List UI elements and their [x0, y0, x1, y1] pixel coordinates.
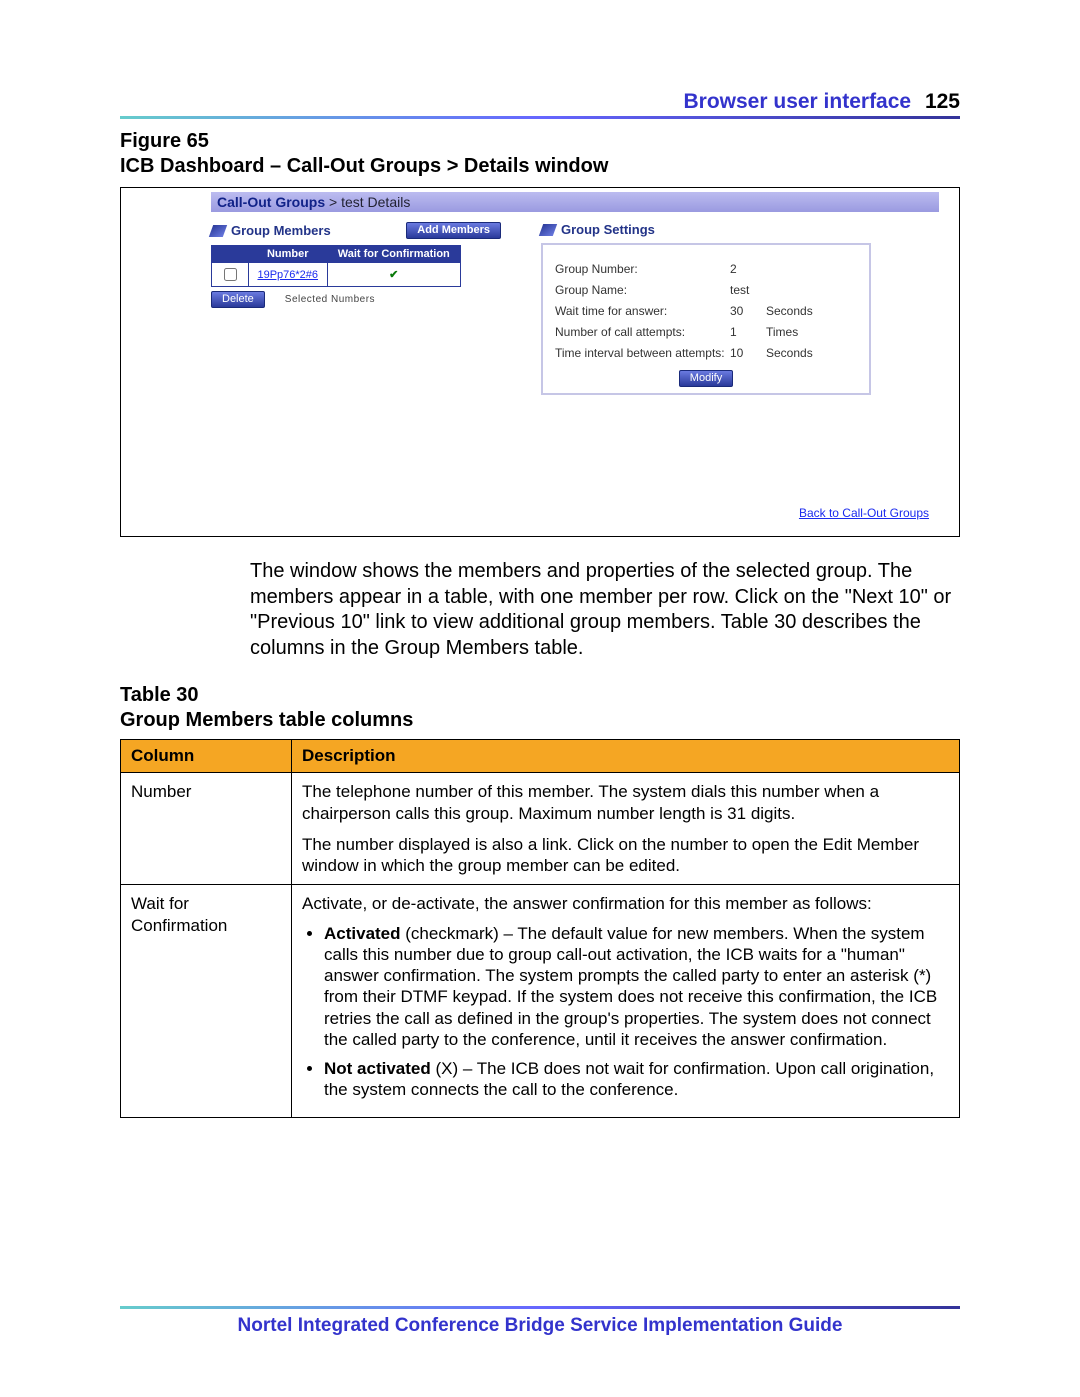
setting-wait-time: Wait time for answer: 30 Seconds	[555, 304, 857, 318]
desc-bullet-list: Activated (checkmark) – The default valu…	[302, 923, 949, 1101]
running-header: Browser user interface 125	[120, 90, 960, 114]
breadcrumb-root: Call-Out Groups	[217, 194, 325, 210]
figure-number: Figure 65	[120, 130, 209, 152]
table-number: Table 30	[120, 684, 199, 706]
table-header-row: Column Description	[121, 740, 960, 773]
modify-button[interactable]: Modify	[679, 370, 733, 387]
settings-box: Group Number: 2 Group Name: test Wait ti…	[541, 243, 871, 395]
group-settings-panel: Group Settings Group Number: 2 Group Nam…	[541, 222, 871, 395]
group-members-heading: Group Members	[231, 223, 331, 238]
group-members-columns-table: Column Description Number The telephone …	[120, 739, 960, 1117]
table-row: Wait for Confirmation Activate, or de-ac…	[121, 885, 960, 1117]
group-members-panel: Group Members Add Members Number Wait fo…	[211, 222, 501, 395]
setting-group-number: Group Number: 2	[555, 262, 857, 276]
breadcrumb: Call-Out Groups > test Details	[211, 192, 939, 212]
list-item: Not activated (X) – The ICB does not wai…	[324, 1058, 949, 1101]
selected-numbers-label: Selected Numbers	[285, 294, 375, 305]
header-description: Description	[292, 740, 960, 773]
setting-group-name: Group Name: test	[555, 283, 857, 297]
setting-attempts: Number of call attempts: 1 Times	[555, 325, 857, 339]
header-column: Column	[121, 740, 292, 773]
cell-description: Activate, or de-activate, the answer con…	[292, 885, 960, 1117]
figure-screenshot: Call-Out Groups > test Details Group Mem…	[120, 187, 960, 537]
figure-title: ICB Dashboard – Call-Out Groups > Detail…	[120, 155, 608, 177]
footer-rule	[120, 1306, 960, 1309]
members-header-row: Number Wait for Confirmation	[212, 246, 461, 263]
breadcrumb-tail: > test Details	[325, 194, 410, 210]
member-checkbox[interactable]	[224, 268, 237, 281]
flag-icon	[209, 225, 227, 237]
delete-button[interactable]: Delete	[211, 291, 265, 308]
table-title: Group Members table columns	[120, 709, 413, 731]
header-section-title: Browser user interface	[684, 90, 912, 113]
members-table: Number Wait for Confirmation 19Pp76*2#6 …	[211, 245, 461, 287]
cell-column-name: Wait for Confirmation	[121, 885, 292, 1117]
add-members-button[interactable]: Add Members	[406, 222, 501, 239]
table-caption: Table 30 Group Members table columns	[120, 683, 960, 733]
list-item: Activated (checkmark) – The default valu…	[324, 923, 949, 1051]
bullet-term: Not activated	[324, 1059, 431, 1078]
members-header-number: Number	[249, 246, 328, 263]
check-icon: ✔	[389, 269, 398, 281]
cell-column-name: Number	[121, 773, 292, 885]
page: Browser user interface 125 Figure 65 ICB…	[0, 0, 1080, 1397]
table-row: Number The telephone number of this memb…	[121, 773, 960, 885]
group-settings-heading: Group Settings	[561, 222, 655, 237]
members-row: 19Pp76*2#6 ✔	[212, 263, 461, 287]
header-rule	[120, 116, 960, 119]
desc-paragraph: The telephone number of this member. The…	[302, 781, 949, 824]
members-header-wait: Wait for Confirmation	[327, 246, 460, 263]
bullet-text: (checkmark) – The default value for new …	[324, 924, 937, 1049]
flag-icon	[539, 224, 557, 236]
back-to-callout-groups-link[interactable]: Back to Call-Out Groups	[799, 506, 929, 520]
members-header-checkbox	[212, 246, 249, 263]
header-page-number: 125	[925, 90, 960, 113]
footer-title: Nortel Integrated Conference Bridge Serv…	[120, 1315, 960, 1337]
figure-caption: Figure 65 ICB Dashboard – Call-Out Group…	[120, 129, 960, 179]
cell-description: The telephone number of this member. The…	[292, 773, 960, 885]
desc-intro: Activate, or de-activate, the answer con…	[302, 893, 949, 914]
member-number-link[interactable]: 19Pp76*2#6	[257, 269, 318, 281]
page-footer: Nortel Integrated Conference Bridge Serv…	[120, 1306, 960, 1337]
figure-description-paragraph: The window shows the members and propert…	[250, 559, 960, 661]
setting-interval: Time interval between attempts: 10 Secon…	[555, 346, 857, 360]
desc-paragraph: The number displayed is also a link. Cli…	[302, 834, 949, 877]
bullet-term: Activated	[324, 924, 401, 943]
